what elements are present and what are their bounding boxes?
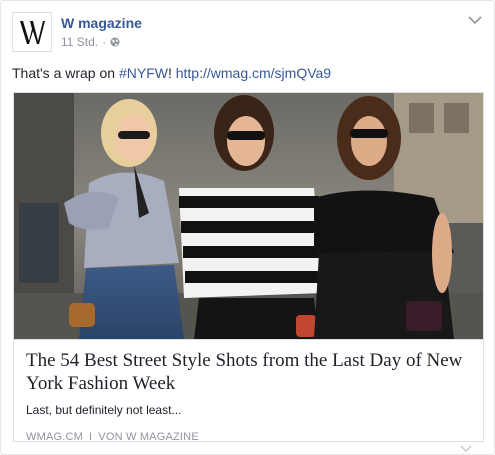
page-name-link[interactable]: W magazine <box>61 15 142 32</box>
card-corner-icon[interactable] <box>460 445 472 453</box>
post-text-prefix: That's a wrap on <box>12 65 119 81</box>
post-meta: W magazine 11 Std. · <box>61 15 142 49</box>
card-title[interactable]: The 54 Best Street Style Shots from the … <box>26 349 471 395</box>
post-url-link[interactable]: http://wmag.cm/sjmQVa9 <box>176 65 331 81</box>
card-source-domain: WMAG.CM <box>26 431 84 443</box>
hashtag-link[interactable]: #NYFW <box>119 65 168 81</box>
meta-separator: · <box>102 35 107 49</box>
link-preview-card[interactable]: The 54 Best Street Style Shots from the … <box>13 92 484 444</box>
post-header: W magazine 11 Std. · <box>12 12 142 54</box>
post-text: That's a wrap on #NYFW! http://wmag.cm/s… <box>12 64 331 83</box>
card-source: WMAG.CM I VON W MAGAZINE <box>26 431 471 444</box>
post-timestamp[interactable]: 11 Std. <box>61 35 98 49</box>
card-description: Last, but definitely not least... <box>26 403 182 417</box>
card-source-separator: I <box>89 431 93 443</box>
card-source-author: VON W MAGAZINE <box>98 431 199 443</box>
card-body[interactable]: The 54 Best Street Style Shots from the … <box>14 339 483 444</box>
feed-post: W magazine 11 Std. · That's a wrap on #N… <box>0 0 495 455</box>
post-subline: 11 Std. · <box>61 35 142 49</box>
street-style-photo <box>14 93 483 339</box>
w-magazine-logo-icon <box>20 21 45 44</box>
card-photo[interactable] <box>14 93 483 339</box>
post-text-middle: ! <box>167 65 176 81</box>
avatar[interactable] <box>12 12 52 52</box>
globe-icon[interactable] <box>110 37 120 47</box>
chevron-down-icon[interactable] <box>468 15 482 25</box>
